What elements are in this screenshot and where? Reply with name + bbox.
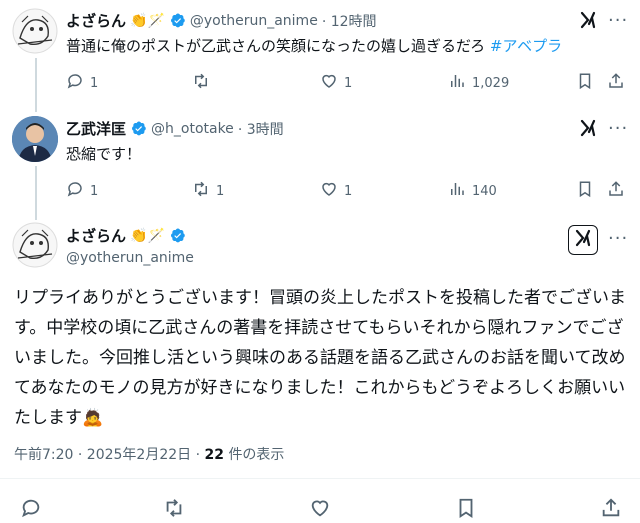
verified-icon [169,12,186,29]
hashtag-link[interactable]: #アベプラ [490,37,562,55]
timestamp[interactable]: · 12時間 [322,11,377,31]
retweet-icon [163,497,185,523]
retweet-button[interactable] [192,72,210,94]
name-emojis: 👏🪄 [130,12,165,29]
author-name[interactable]: よざらん [66,225,126,246]
share-button[interactable] [607,72,625,94]
retweet-count: 1 [216,183,225,199]
timestamp[interactable]: · 3時間 [238,119,284,139]
reply-icon [20,497,42,523]
views-icon [448,180,466,202]
bookmark-button[interactable] [455,497,477,523]
author-handle[interactable]: @h_ototake [151,121,234,137]
tweet-text: 普通に俺のポストが乙武さんの笑顔になったの嬉し過ぎるだろ [66,37,486,55]
share-icon [600,497,622,523]
like-count: 1 [344,75,353,91]
like-button[interactable]: 1 [320,72,352,94]
reply-count: 1 [90,75,99,91]
view-count: 22 [204,447,224,463]
views-button[interactable]: 140 [448,180,497,202]
avatar[interactable] [12,116,58,162]
avatar[interactable] [12,8,58,54]
bookmark-button[interactable] [576,72,594,94]
post-date[interactable]: 午前7:20 · 2025年2月22日 · [14,447,200,463]
grok-icon[interactable] [578,118,598,142]
author-name[interactable]: 乙武洋匡 [66,118,126,139]
share-button[interactable] [600,497,622,523]
share-icon [607,180,625,202]
like-icon [320,180,338,202]
author-name[interactable]: よざらん [66,10,126,31]
grok-icon[interactable] [578,10,598,34]
reply-icon [66,72,84,94]
more-icon[interactable]: ··· [608,228,628,249]
author-handle[interactable]: @yotherun_anime [66,250,194,266]
retweet-button[interactable]: 1 [192,180,224,202]
retweet-icon [192,180,210,202]
reply-button[interactable]: 1 [66,72,98,94]
thread-line [35,58,37,112]
main-tweet-text: リプライありがとうございます！冒頭の炎上したポストを投稿した者でございます。中学… [14,288,626,428]
share-icon [607,72,625,94]
views-button[interactable]: 1,029 [448,72,509,94]
name-emojis: 👏🪄 [130,227,165,244]
reply-icon [66,180,84,202]
view-label: 件の表示 [228,447,285,463]
more-icon[interactable]: ··· [608,118,628,139]
verified-icon [130,120,147,137]
bookmark-button[interactable] [576,180,594,202]
more-icon[interactable]: ··· [608,10,628,31]
author-handle[interactable]: @yotherun_anime [190,13,318,29]
like-icon [320,72,338,94]
views-count: 140 [472,183,497,199]
reply-count: 1 [90,183,99,199]
like-count: 1 [344,183,353,199]
thread-line [35,166,37,220]
bookmark-icon [576,72,594,94]
views-count: 1,029 [472,75,510,91]
like-button[interactable] [309,497,331,523]
avatar[interactable] [12,222,58,268]
reply-button[interactable]: 1 [66,180,98,202]
like-icon [309,497,331,523]
share-button[interactable] [607,180,625,202]
grok-icon [573,228,593,252]
bookmark-icon [455,497,477,523]
retweet-icon [192,72,210,94]
tweet-text: 恐縮です！ [66,145,142,163]
views-icon [448,72,466,94]
reply-button[interactable] [20,497,42,523]
bookmark-icon [576,180,594,202]
divider [0,478,640,479]
retweet-button[interactable] [163,497,185,523]
like-button[interactable]: 1 [320,180,352,202]
verified-icon [169,227,186,244]
grok-button[interactable] [568,225,598,255]
